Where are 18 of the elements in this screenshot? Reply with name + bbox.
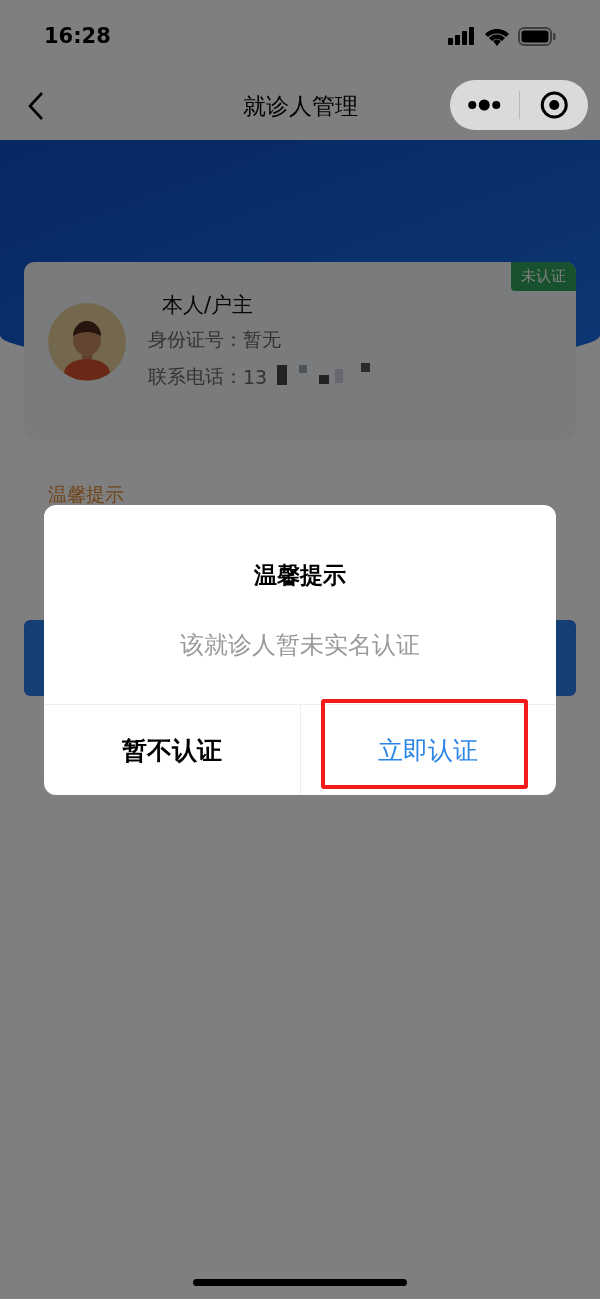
page-title: 就诊人管理 bbox=[241, 91, 359, 121]
phone-label: 联系电话： bbox=[148, 364, 243, 389]
signal-icon bbox=[448, 27, 476, 45]
status-time: 16:28 bbox=[44, 24, 111, 48]
cancel-button[interactable]: 暂不认证 bbox=[113, 729, 230, 771]
dialog-title: 温馨提示 bbox=[253, 561, 347, 590]
back-icon[interactable] bbox=[26, 91, 46, 121]
id-label: 身份证号： bbox=[148, 327, 243, 352]
confirm-button[interactable]: 立即认证 bbox=[370, 729, 487, 771]
notice-title: 温馨提示 bbox=[48, 482, 125, 507]
avatar-icon bbox=[48, 303, 126, 381]
wifi-icon bbox=[484, 26, 510, 46]
patient-name: 本人/户主 bbox=[162, 292, 255, 319]
patient-card[interactable]: 未认证 本人/户主 身份证号：暂无 联系电话：13 bbox=[24, 262, 576, 440]
status-badge: 未认证 bbox=[511, 262, 576, 291]
id-value: 暂无 bbox=[243, 327, 281, 352]
phone-value: 13 bbox=[243, 366, 268, 388]
dialog-message: 该就诊人暂未实名认证 bbox=[179, 630, 421, 661]
